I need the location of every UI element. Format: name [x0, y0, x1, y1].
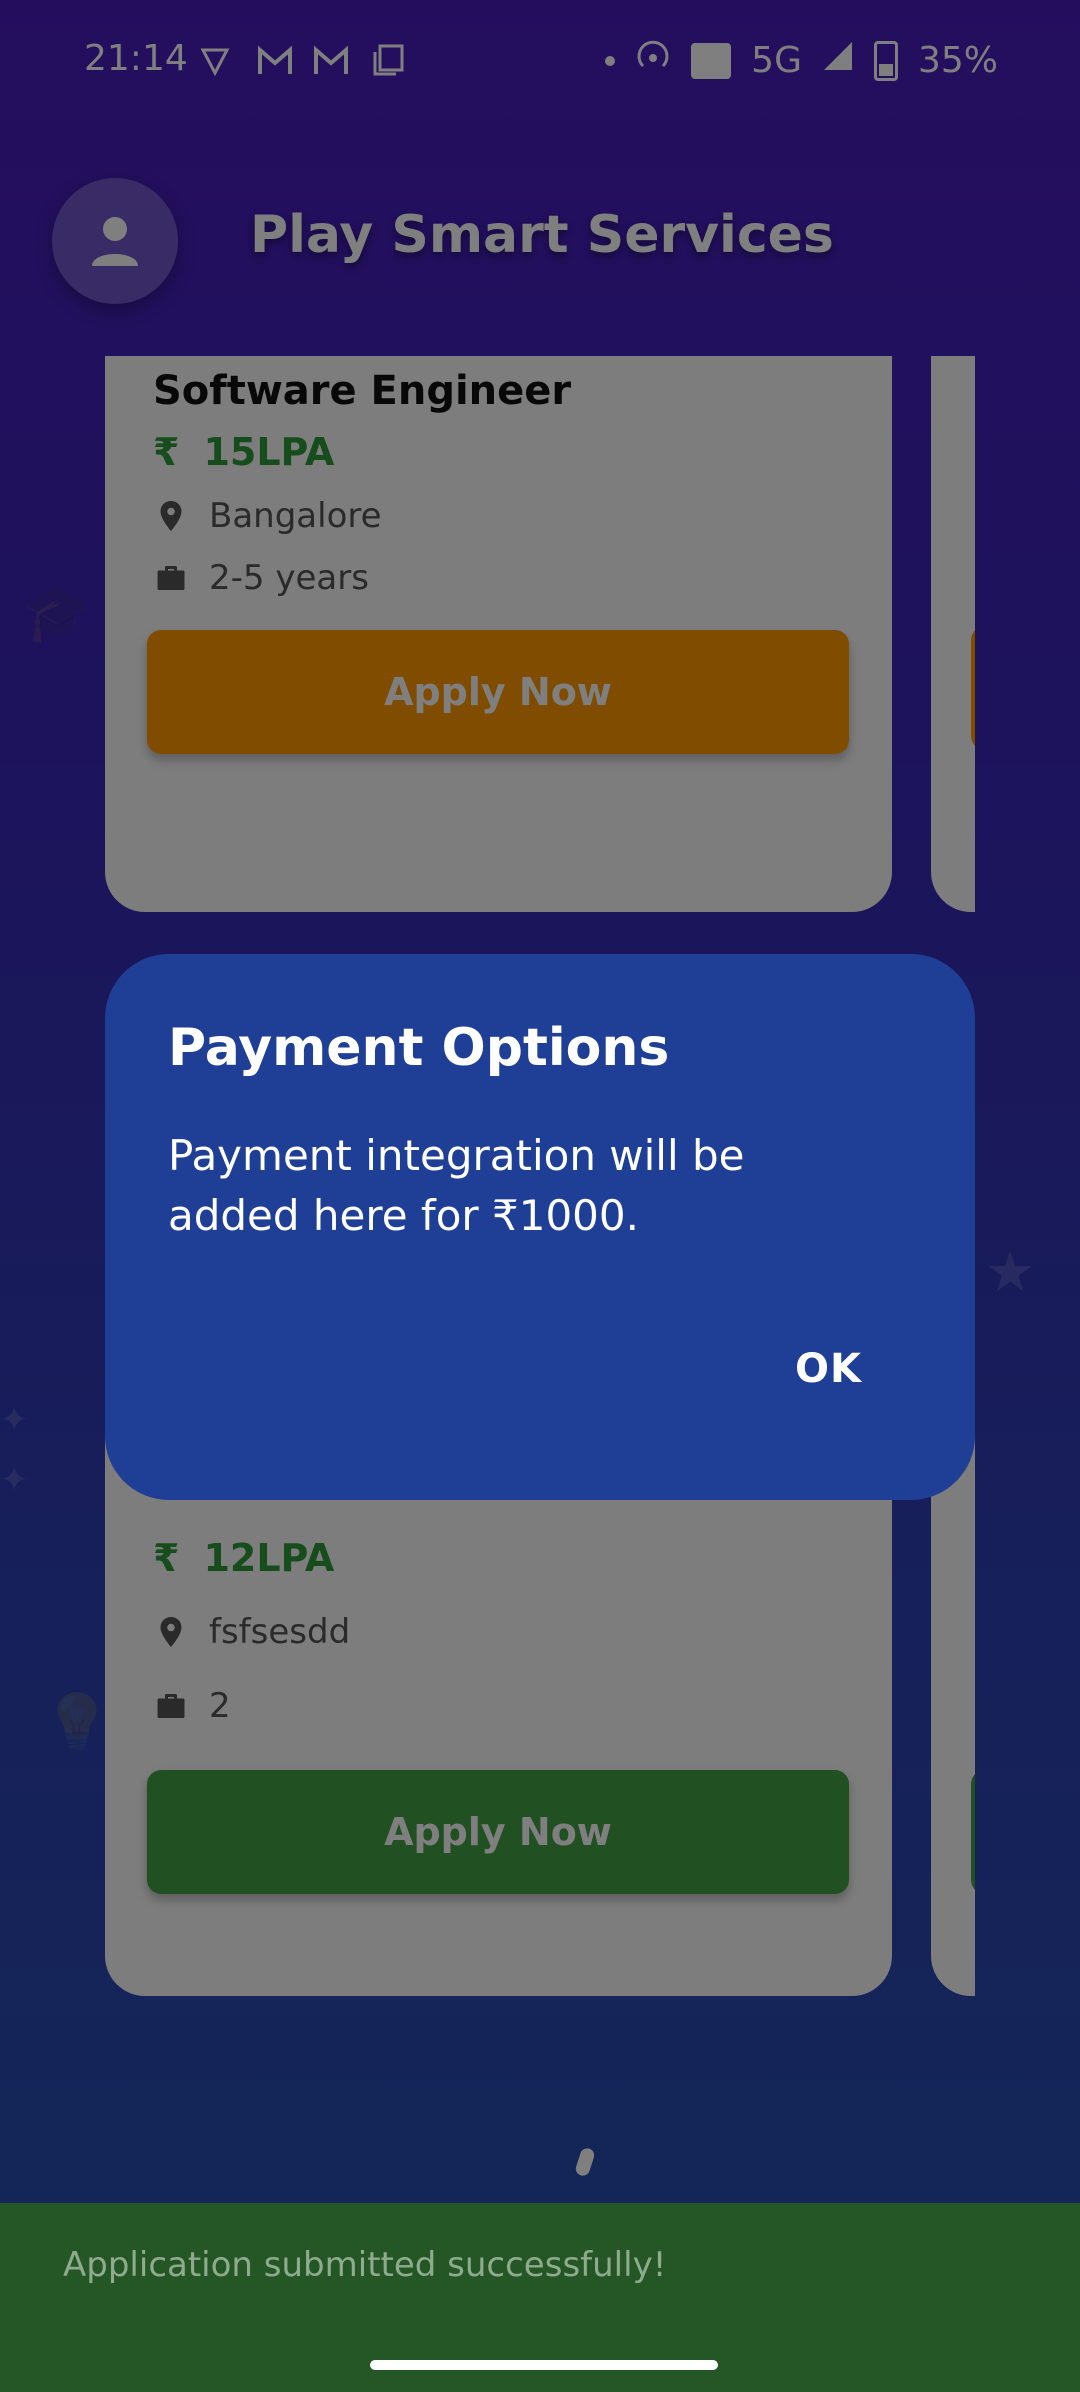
snackbar-message: Application submitted successfully!: [63, 2245, 667, 2285]
dialog-title: Payment Options: [168, 1018, 670, 1078]
ok-button[interactable]: OK: [795, 1346, 862, 1392]
dialog-message: Payment integration will be added here f…: [168, 1131, 745, 1240]
payment-dialog: Payment Options Payment integration will…: [105, 954, 975, 1500]
gesture-home-bar[interactable]: [370, 2360, 718, 2370]
